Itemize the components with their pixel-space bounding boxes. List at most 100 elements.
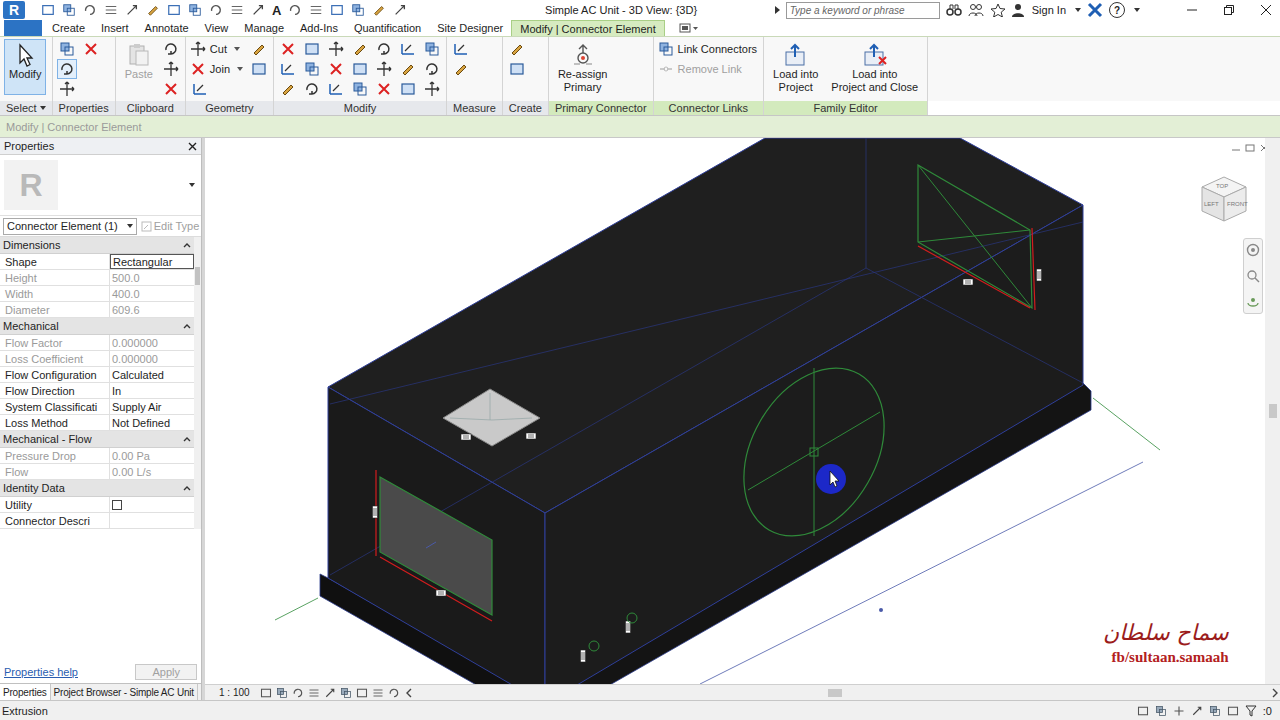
exchange-apps-icon[interactable] (1087, 2, 1103, 18)
ribbon-icon-button[interactable] (398, 59, 418, 79)
help-button[interactable]: ? (1109, 2, 1125, 18)
view-scale[interactable]: 1 : 100 (219, 687, 250, 698)
ribbon-icon-button[interactable] (374, 39, 394, 59)
toolbar-tool-icon[interactable] (83, 3, 97, 17)
ac-unit-model[interactable] (205, 138, 1265, 684)
ribbon-tab[interactable]: Annotate (137, 20, 197, 36)
property-row[interactable]: Diameter609.6 (0, 302, 194, 318)
edit-type-button[interactable]: Edit Type (141, 220, 200, 232)
ribbon-icon-button[interactable] (451, 59, 471, 79)
ribbon-small-button[interactable]: Cut (190, 39, 245, 59)
dropdown-arrow-icon[interactable] (237, 67, 243, 71)
collapse-icon[interactable] (183, 242, 191, 248)
application-menu-button[interactable]: R (3, 1, 25, 19)
steering-wheel-icon[interactable] (1246, 243, 1260, 257)
view-cube[interactable]: TOPLEFTFRONT (1198, 173, 1250, 225)
search-field[interactable] (786, 2, 940, 19)
ribbon-tab[interactable]: Manage (236, 20, 292, 36)
property-row[interactable]: ShapeRectangular (0, 254, 194, 270)
dropdown-arrow-icon[interactable] (234, 47, 240, 51)
toolbar-tool-icon[interactable] (351, 3, 365, 17)
connector-grip-icon[interactable] (373, 506, 378, 518)
properties-scrollbar[interactable] (194, 237, 201, 529)
ribbon-icon-button[interactable] (81, 39, 101, 59)
ribbon-icon-button[interactable] (278, 39, 298, 59)
property-row[interactable]: Loss Coefficient0.000000 (0, 351, 194, 367)
ribbon-tab[interactable]: Add-Ins (292, 20, 346, 36)
ribbon-tab[interactable]: View (197, 20, 237, 36)
view-control-icon[interactable] (292, 687, 304, 699)
apply-button[interactable]: Apply (135, 664, 197, 680)
panel-dropdown-icon[interactable] (40, 106, 46, 110)
front-duct-connector[interactable] (380, 477, 492, 615)
ribbon-icon-button[interactable] (350, 59, 370, 79)
toolbar-tool-icon[interactable] (309, 3, 323, 17)
connector-grip-icon[interactable] (436, 590, 446, 596)
ribbon-small-button[interactable]: Join (190, 59, 245, 79)
ribbon-small-button[interactable]: Link Connectors (658, 39, 760, 59)
view-control-icon[interactable] (276, 687, 288, 699)
selection-option-icon[interactable] (1191, 705, 1203, 717)
minimize-icon[interactable] (1186, 4, 1198, 16)
toolbar-tool-icon[interactable] (62, 3, 76, 17)
palette-tab[interactable]: Project Browser - Simple AC Unit (51, 684, 198, 700)
sign-in-button[interactable]: Sign In (1032, 4, 1066, 16)
properties-help-link[interactable]: Properties help (4, 666, 78, 678)
ribbon-icon-button[interactable] (161, 79, 181, 99)
restore-view-icon[interactable] (1245, 144, 1255, 152)
user-icon[interactable] (1012, 3, 1024, 17)
ribbon-icon-button[interactable] (451, 39, 471, 59)
selection-option-icon[interactable] (1173, 705, 1185, 717)
ribbon-tab[interactable]: Insert (93, 20, 137, 36)
ribbon-icon-button[interactable] (326, 79, 346, 99)
connector-grip-icon[interactable] (526, 433, 536, 439)
restore-icon[interactable] (1223, 4, 1235, 16)
ribbon-tab[interactable]: Create (44, 20, 93, 36)
property-group-header[interactable]: Mechanical (0, 318, 194, 335)
selection-option-icon[interactable] (1155, 705, 1167, 717)
ribbon-tab[interactable]: Site Designer (429, 20, 511, 36)
view-control-icon[interactable] (308, 687, 320, 699)
scroll-right-icon[interactable] (1270, 688, 1280, 698)
toolbar-tool-icon[interactable] (251, 3, 265, 17)
connector-grip-icon[interactable] (581, 650, 586, 662)
ribbon-icon-button[interactable] (350, 39, 370, 59)
text-tool-button[interactable]: A (272, 3, 281, 18)
connector-grip-icon[interactable] (1037, 269, 1042, 281)
ribbon-icon-button[interactable] (507, 39, 527, 59)
top-duct-connector[interactable] (443, 389, 540, 446)
property-row[interactable]: Flow0.00 L/s (0, 464, 194, 480)
toolbar-tool-icon[interactable] (146, 3, 160, 17)
ribbon-icon-button[interactable] (278, 79, 298, 99)
toolbar-tool-icon[interactable] (209, 3, 223, 17)
view-control-icon[interactable] (388, 687, 400, 699)
ribbon-tab[interactable]: Modify | Connector Element (511, 20, 665, 36)
file-tab[interactable] (4, 20, 42, 36)
minimize-view-icon[interactable] (1231, 144, 1241, 152)
ribbon-icon-button[interactable] (57, 59, 77, 79)
ribbon-icon-button[interactable] (249, 59, 269, 79)
ribbon-large-button[interactable]: Load intoProject and Close (826, 39, 923, 97)
ribbon-icon-button[interactable] (57, 39, 77, 59)
orbit-icon[interactable] (1246, 295, 1260, 309)
property-group-header[interactable]: Identity Data (0, 480, 194, 497)
ribbon-icon-button[interactable] (398, 79, 418, 99)
toolbar-tool-icon[interactable] (167, 3, 181, 17)
3d-view-canvas[interactable]: TOPLEFTFRONTسماح سلطانfb/sultaan.samaah (205, 138, 1265, 684)
zoom-icon[interactable] (1246, 269, 1260, 283)
ribbon-icon-button[interactable] (302, 39, 322, 59)
ribbon-icon-button[interactable] (278, 59, 298, 79)
selection-option-icon[interactable] (1137, 705, 1149, 717)
view-control-icon[interactable] (260, 687, 272, 699)
ribbon-icon-button[interactable] (422, 79, 442, 99)
ribbon-icon-button[interactable] (57, 79, 77, 99)
connector-grip-icon[interactable] (461, 434, 471, 440)
type-selector[interactable]: R (0, 155, 201, 216)
ribbon-icon-button[interactable] (350, 79, 370, 99)
toolbar-tool-icon[interactable] (125, 3, 139, 17)
search-expand-icon[interactable] (775, 6, 780, 14)
ribbon-icon-button[interactable] (302, 79, 322, 99)
ribbon-tab[interactable]: Quantification (346, 20, 429, 36)
ribbon-icon-button[interactable] (422, 39, 442, 59)
collapse-icon[interactable] (183, 436, 191, 442)
